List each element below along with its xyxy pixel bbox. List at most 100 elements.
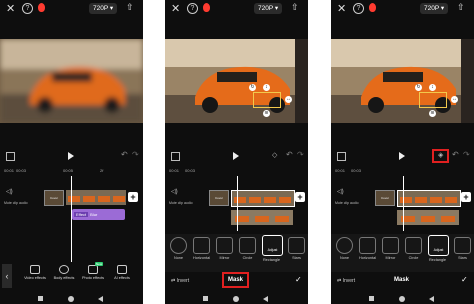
resolution-button[interactable]: 720P ▾	[420, 3, 449, 14]
fullscreen-icon[interactable]	[171, 152, 180, 161]
resolution-button[interactable]: 720P ▾	[254, 3, 283, 14]
mask-none[interactable]: None	[335, 237, 354, 260]
cover-thumb[interactable]: Cover	[209, 190, 229, 206]
back-nav-icon[interactable]	[263, 296, 268, 302]
mask-mirror[interactable]: Mirror	[381, 237, 400, 260]
add-clip-button[interactable]: +	[295, 192, 305, 202]
rotate-handle-icon[interactable]: ↻	[415, 84, 422, 91]
speaker-icon[interactable]: ◁)	[171, 188, 178, 195]
tool-photo-effects[interactable]: New Photo effects	[80, 262, 106, 280]
keyframe-icon[interactable]: ◇	[272, 151, 277, 159]
mask-rectangle-frame[interactable]	[253, 92, 281, 108]
rectangle-icon: Adjust	[262, 235, 283, 256]
recents-icon[interactable]	[369, 296, 374, 301]
mask-rectangle[interactable]: Adjust Rectangle	[262, 235, 283, 262]
mask-circle[interactable]: Circle	[404, 237, 423, 260]
tool-ai-effects[interactable]: AI effects	[109, 265, 135, 280]
playhead[interactable]	[71, 176, 72, 262]
video-clip-selected[interactable]	[397, 190, 461, 207]
close-icon[interactable]: ✕	[171, 2, 180, 15]
height-handle-icon[interactable]: ↕	[429, 84, 436, 91]
overlay-clip[interactable]	[231, 210, 293, 225]
home-icon[interactable]	[233, 296, 239, 302]
mask-label: Horizontal	[358, 256, 377, 260]
back-nav-icon[interactable]	[429, 296, 434, 302]
tool-video-effects[interactable]: Video effects	[22, 265, 48, 280]
home-icon[interactable]	[399, 296, 405, 302]
circle-icon	[239, 237, 256, 254]
flame-icon[interactable]	[38, 3, 45, 12]
screen-mask-keyframe: ✕ ? 720P ▾ ⇧ ↻ ↕ ↔ ≋ ◈ ↶ ↷ 00:01 00:03 ◁…	[331, 0, 474, 304]
mask-label: Circle	[242, 256, 253, 260]
undo-icon[interactable]: ↶	[452, 150, 459, 159]
mask-horizontal[interactable]: Horizontal	[358, 237, 377, 260]
invert-button[interactable]: ⇄ Invert	[171, 278, 189, 284]
mask-rectangle-frame[interactable]	[419, 92, 447, 108]
undo-icon[interactable]: ↶	[121, 150, 128, 159]
tool-body-effects[interactable]: Body effects	[51, 265, 77, 280]
video-preview[interactable]	[0, 39, 143, 123]
playhead[interactable]	[403, 176, 404, 231]
mask-mirror[interactable]: Mirror	[215, 237, 234, 260]
mask-stars[interactable]: Stars	[453, 237, 472, 260]
help-icon[interactable]: ?	[187, 3, 198, 14]
export-icon[interactable]: ⇧	[291, 2, 299, 13]
close-icon[interactable]: ✕	[337, 2, 346, 15]
mirror-icon	[216, 237, 233, 254]
help-icon[interactable]: ?	[22, 3, 33, 14]
export-icon[interactable]: ⇧	[457, 2, 465, 13]
feather-handle-icon[interactable]: ≋	[429, 110, 436, 117]
fullscreen-icon[interactable]	[337, 152, 346, 161]
add-clip-button[interactable]: +	[461, 192, 471, 202]
back-nav-icon[interactable]	[98, 296, 103, 302]
overlay-clip[interactable]	[397, 210, 459, 225]
ruler-tick: 00:01	[169, 168, 180, 173]
export-icon[interactable]: ⇧	[126, 2, 134, 13]
screen-mask: ✕ ? 720P ▾ ⇧ ↻ ↕ ↔ ≋ ◇ ↶ ↷ 00:01 00:03 ◁…	[165, 0, 308, 304]
help-icon[interactable]: ?	[353, 3, 364, 14]
rotate-handle-icon[interactable]: ↻	[249, 84, 256, 91]
width-handle-icon[interactable]: ↔	[285, 96, 292, 103]
undo-icon[interactable]: ↶	[286, 150, 293, 159]
mask-rectangle[interactable]: Adjust Rectangle	[428, 235, 449, 262]
home-icon[interactable]	[68, 296, 74, 302]
play-icon[interactable]	[68, 152, 74, 160]
flame-icon[interactable]	[369, 3, 376, 12]
invert-button[interactable]: ⇄ Invert	[337, 278, 355, 284]
redo-icon[interactable]: ↷	[463, 150, 470, 159]
width-handle-icon[interactable]: ↔	[451, 96, 458, 103]
recents-icon[interactable]	[38, 296, 43, 301]
fullscreen-icon[interactable]	[6, 152, 15, 161]
mask-none[interactable]: None	[169, 237, 188, 260]
height-handle-icon[interactable]: ↕	[263, 84, 270, 91]
recents-icon[interactable]	[203, 296, 208, 301]
flame-icon[interactable]	[203, 3, 210, 12]
video-clip[interactable]	[66, 190, 126, 205]
video-preview[interactable]: ↻ ↕ ↔ ≋	[331, 39, 474, 123]
close-icon[interactable]: ✕	[6, 2, 15, 15]
speaker-icon[interactable]: ◁)	[337, 188, 344, 195]
video-preview[interactable]: ↻ ↕ ↔ ≋	[165, 39, 308, 123]
video-clip-selected[interactable]	[231, 190, 295, 207]
speaker-icon[interactable]: ◁)	[6, 188, 13, 195]
mask-circle[interactable]: Circle	[238, 237, 257, 260]
play-icon[interactable]	[399, 152, 405, 160]
play-icon[interactable]	[233, 152, 239, 160]
mask-horizontal[interactable]: Horizontal	[192, 237, 211, 260]
mask-stars[interactable]: Stars	[287, 237, 306, 260]
back-button[interactable]: ‹	[2, 264, 12, 288]
system-nav	[165, 293, 308, 304]
resolution-button[interactable]: 720P ▾	[89, 3, 118, 14]
effect-clip[interactable]: Effect Blur	[72, 209, 125, 220]
redo-icon[interactable]: ↷	[297, 150, 304, 159]
playhead[interactable]	[237, 176, 238, 231]
confirm-icon[interactable]: ✓	[461, 275, 468, 284]
add-clip-button[interactable]: +	[128, 192, 138, 202]
cover-thumb[interactable]: Cover	[375, 190, 395, 206]
feather-handle-icon[interactable]: ≋	[263, 110, 270, 117]
confirm-icon[interactable]: ✓	[295, 275, 302, 284]
ruler-tick: 00:03	[16, 168, 27, 173]
redo-icon[interactable]: ↷	[132, 150, 139, 159]
ruler-tick: 2f	[100, 168, 104, 173]
cover-thumb[interactable]: Cover	[44, 190, 64, 206]
